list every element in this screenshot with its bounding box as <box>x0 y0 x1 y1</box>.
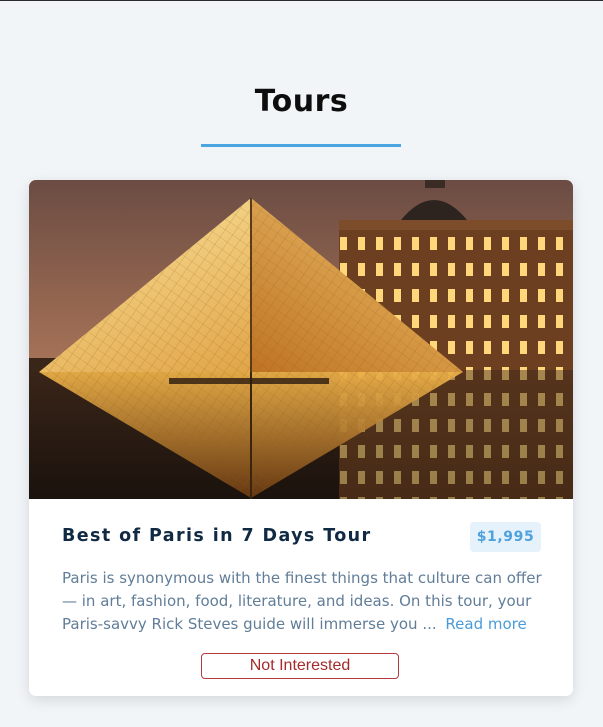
tour-image <box>29 180 573 499</box>
not-interested-button[interactable]: Not Interested <box>201 653 399 679</box>
page-title: Tours <box>254 84 349 119</box>
price-badge: $1,995 <box>470 522 541 552</box>
title-underline <box>201 144 401 147</box>
tour-card: Best of Paris in 7 Days Tour $1,995 Pari… <box>29 180 573 696</box>
top-border <box>0 0 603 1</box>
tour-description: Paris is synonymous with the finest thin… <box>62 567 548 636</box>
read-more-link[interactable]: Read more <box>445 615 526 633</box>
tour-name: Best of Paris in 7 Days Tour <box>62 526 372 546</box>
